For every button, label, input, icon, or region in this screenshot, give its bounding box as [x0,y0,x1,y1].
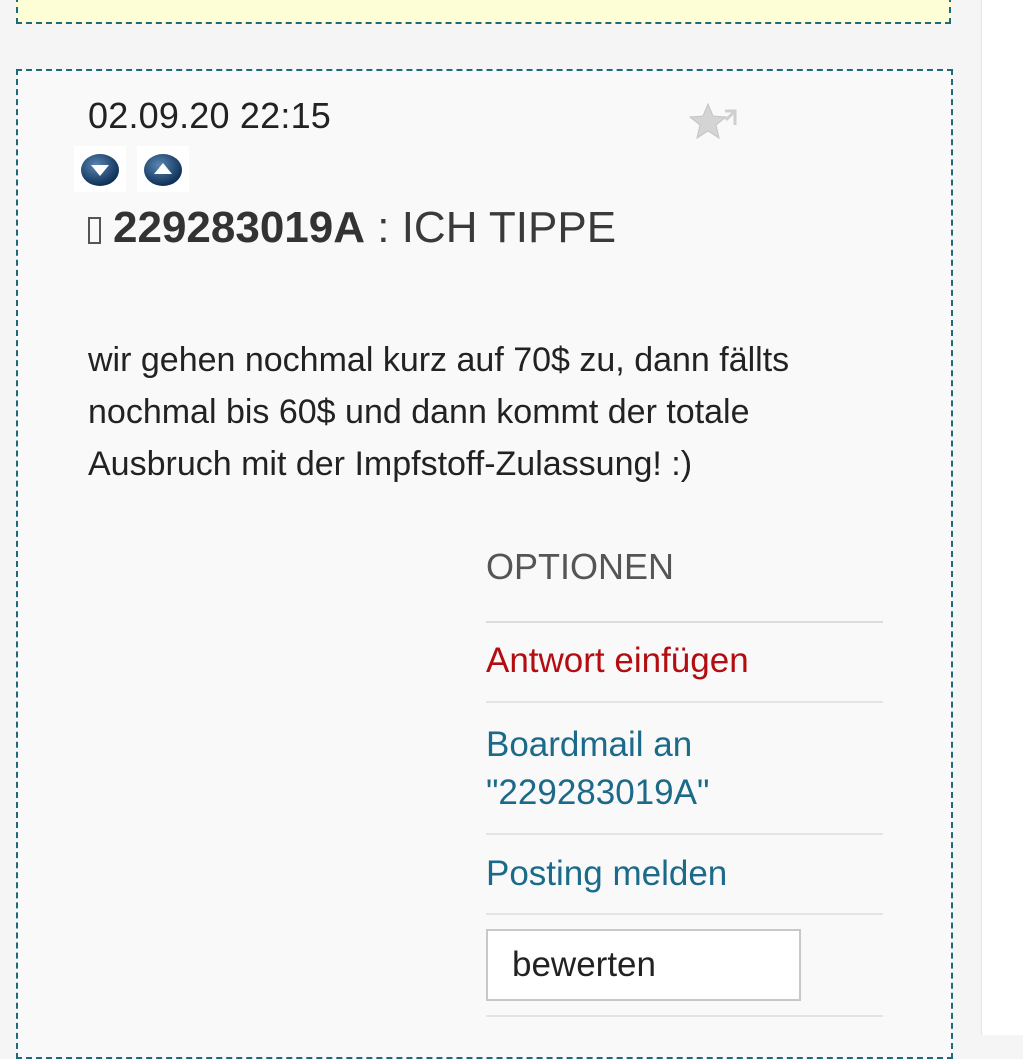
author-link[interactable]: 229283019A [113,203,365,252]
user-icon [88,217,101,244]
report-post-link[interactable]: Posting melden [486,835,883,915]
forum-post: 02.09.20 22:15 229283019A: ICH TIPPE wi… [16,69,953,1059]
vote-down-button[interactable] [74,146,126,192]
header-separator: : [365,203,402,252]
arrow-down-icon [81,154,119,186]
boardmail-link[interactable]: Boardmail an "229283019A" [486,703,883,835]
previous-post [16,0,951,24]
rate-select[interactable]: bewerten [486,929,801,1001]
rate-row: bewerten [486,915,883,1017]
post-timestamp: 02.09.20 22:15 [88,95,332,136]
post-body: wir gehen nochmal kurz auf 70$ zu, dann … [88,341,790,483]
star-add-icon[interactable] [688,101,740,143]
reply-link[interactable]: Antwort einfügen [486,623,883,703]
options-title: OPTIONEN [486,541,883,623]
vote-up-button[interactable] [137,146,189,192]
options-panel: OPTIONEN Antwort einfügen Boardmail an "… [486,541,883,1017]
scroll-gutter [981,0,1023,1035]
post-subject: ICH TIPPE [401,203,617,252]
post-header: 229283019A : ICH TIPPE [88,203,616,253]
arrow-up-icon [144,154,182,186]
